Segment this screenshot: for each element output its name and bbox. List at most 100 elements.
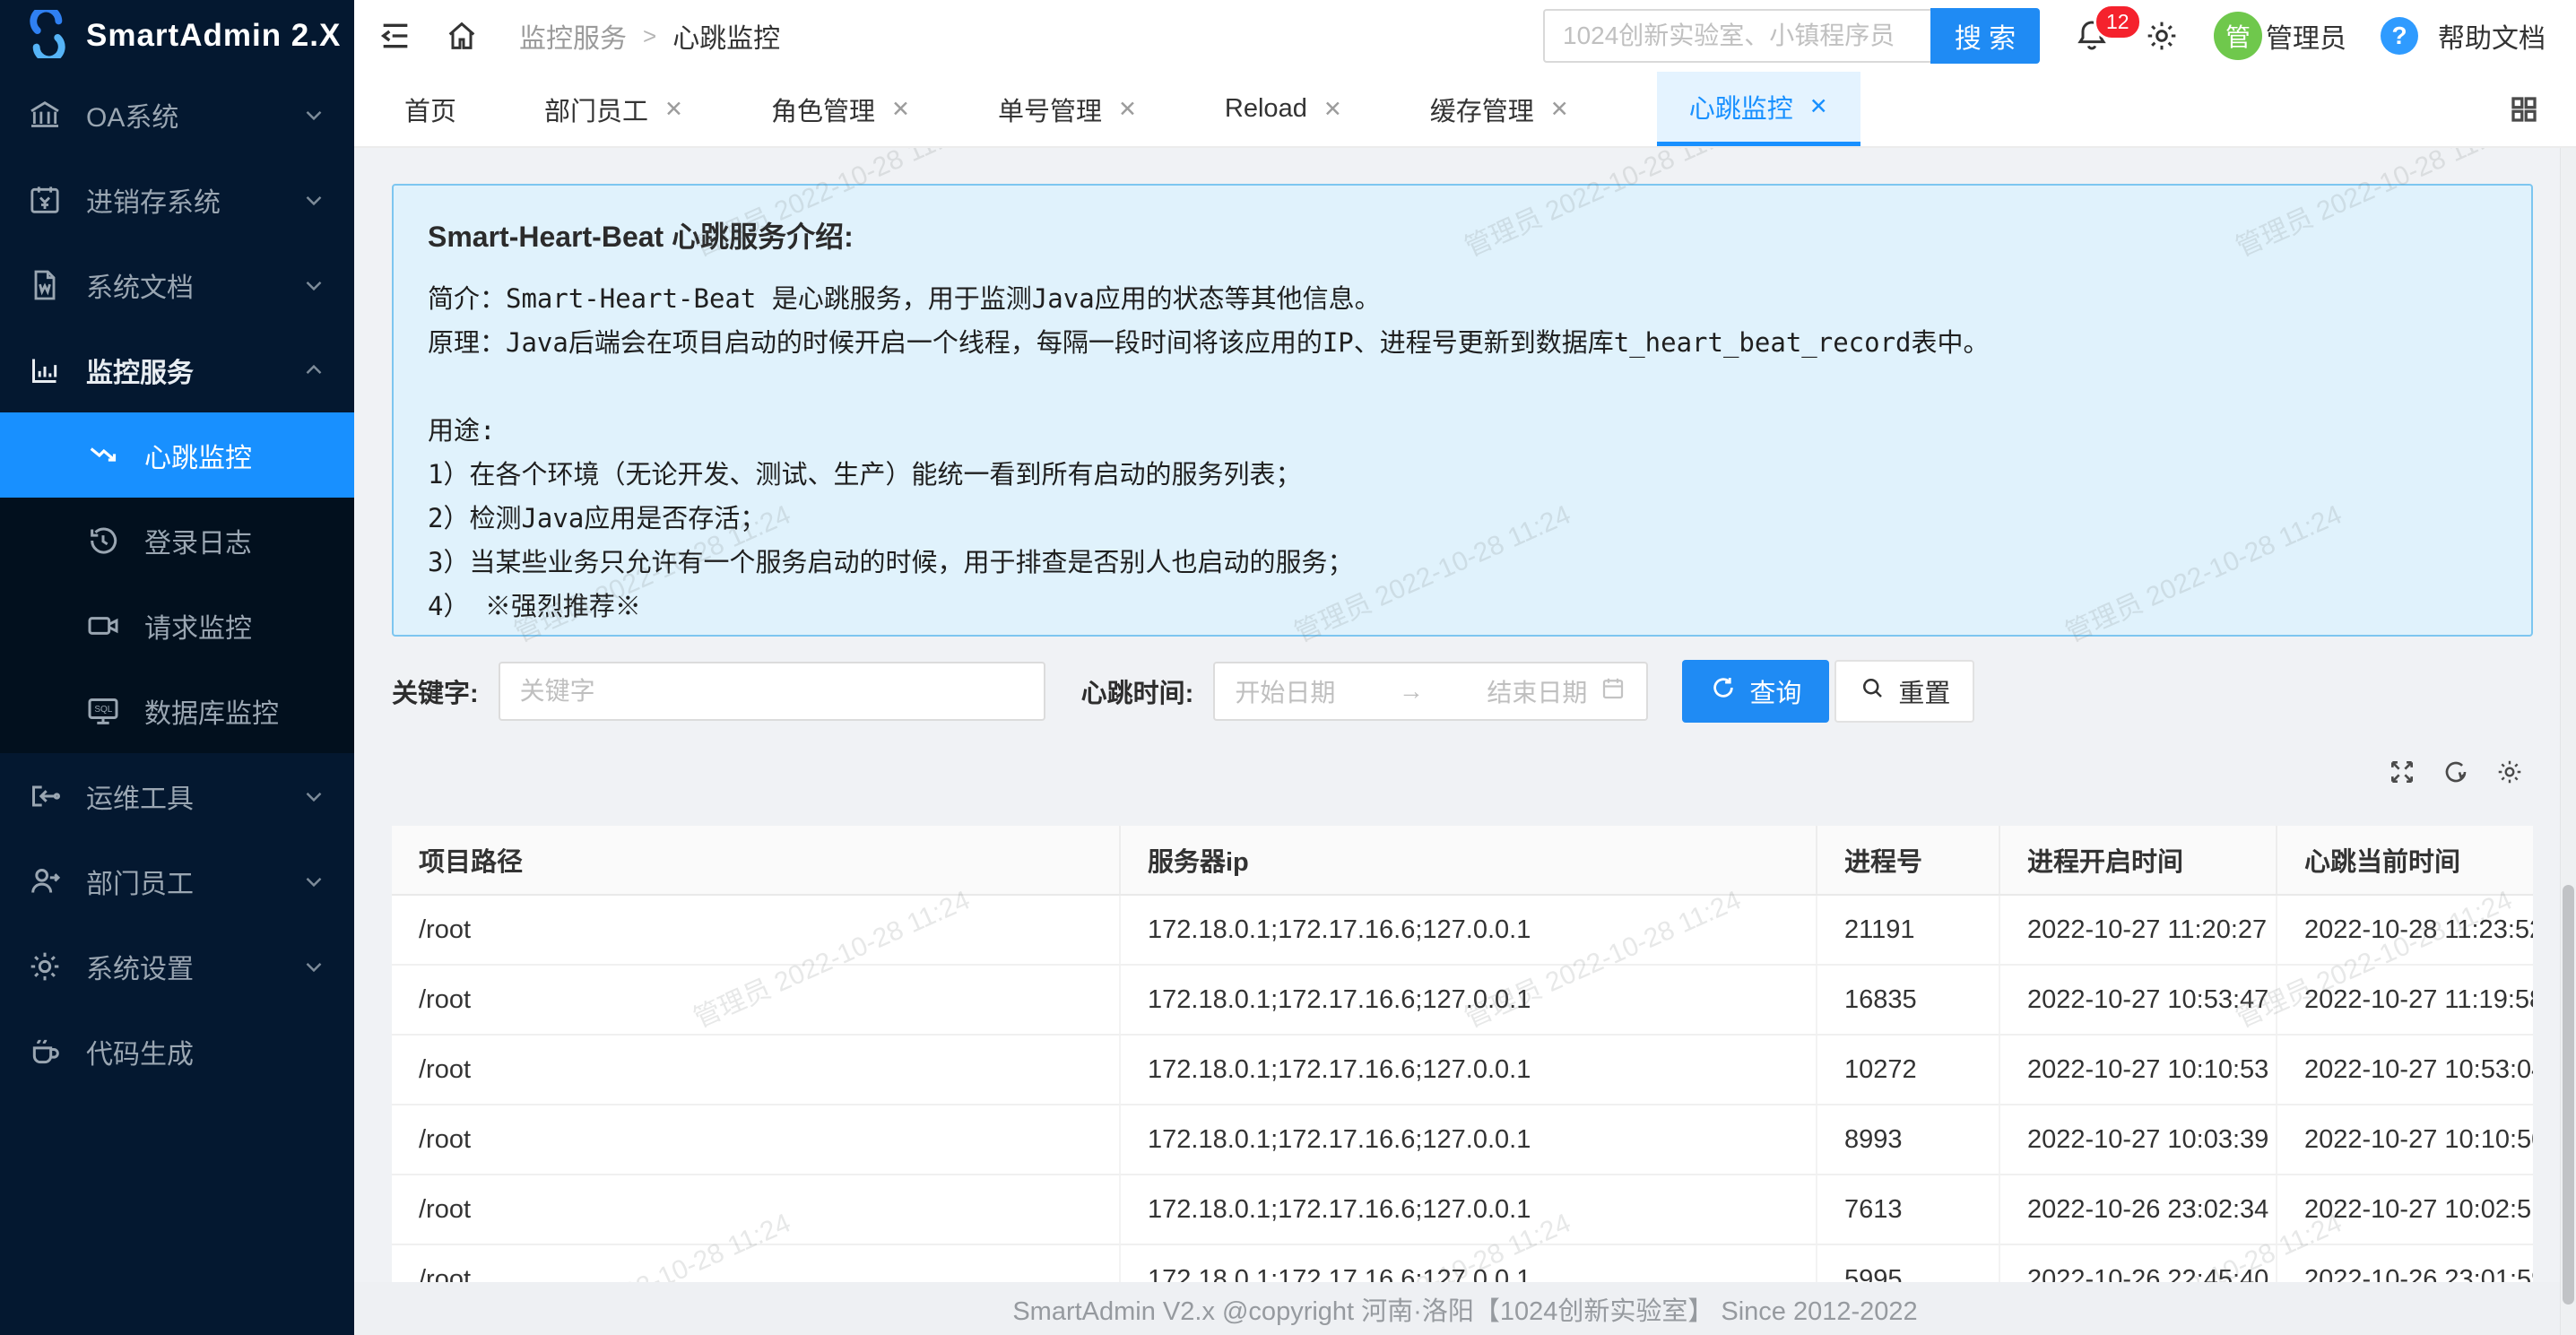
scrollbar-thumb[interactable]	[2563, 885, 2574, 1305]
cell-pid: 21191	[1817, 895, 1999, 965]
alert-line: 1）在各个环境（无论开发、测试、生产）能统一看到所有启动的服务列表；	[428, 453, 2497, 497]
sidebar-item-heartbeat-monitor[interactable]: 心跳监控	[0, 412, 354, 498]
menu-fold-icon[interactable]	[377, 18, 413, 54]
refresh-icon[interactable]	[2442, 758, 2470, 786]
coffee-icon	[27, 1034, 63, 1070]
tab-reload[interactable]: Reload ✕	[1225, 72, 1342, 146]
sidebar-item-monitor-service[interactable]: 监控服务	[0, 327, 354, 412]
tab-role-manage[interactable]: 角色管理 ✕	[771, 72, 910, 146]
cell-project-path: /root	[392, 1175, 1120, 1244]
table-row[interactable]: /root 172.18.0.1;172.17.16.6;127.0.0.1 1…	[392, 965, 2533, 1035]
search-button[interactable]: 搜 索	[1930, 8, 2040, 64]
gear-icon[interactable]	[2144, 18, 2180, 54]
sidebar-submenu-monitor: 心跳监控 登录日志 请求监控 SQL	[0, 412, 354, 753]
sidebar-item-system-docs[interactable]: 系统文档	[0, 242, 354, 327]
tab-cache-manage[interactable]: 缓存管理 ✕	[1430, 72, 1569, 146]
chevron-down-icon	[300, 186, 327, 213]
vertical-scrollbar[interactable]	[2560, 148, 2576, 1335]
tab-heartbeat-monitor[interactable]: 心跳监控 ✕	[1657, 72, 1860, 146]
table-row[interactable]: /root 172.18.0.1;172.17.16.6;127.0.0.1 7…	[392, 1175, 2533, 1244]
close-icon[interactable]: ✕	[1118, 96, 1137, 123]
tab-serial-manage[interactable]: 单号管理 ✕	[998, 72, 1137, 146]
tab-label: 缓存管理	[1430, 91, 1534, 128]
keyword-input[interactable]	[499, 662, 1045, 721]
sidebar-item-label: 部门员工	[86, 862, 300, 901]
fullscreen-icon[interactable]	[2388, 758, 2416, 786]
table-row[interactable]: /root 172.18.0.1;172.17.16.6;127.0.0.1 5…	[392, 1244, 2533, 1282]
reset-button[interactable]: 重置	[1834, 660, 1974, 723]
gear-icon[interactable]	[2495, 758, 2524, 786]
tab-home[interactable]: 首页	[404, 72, 456, 146]
cell-pid: 7613	[1817, 1175, 1999, 1244]
query-button[interactable]: 查询	[1682, 660, 1829, 723]
col-header-project-path: 项目路径	[392, 826, 1120, 895]
cell-heartbeat-time: 2022-10-27 10:02:51	[2277, 1175, 2533, 1244]
chevron-down-icon	[300, 101, 327, 128]
calendar-yen-icon	[27, 182, 63, 218]
close-icon[interactable]: ✕	[1550, 96, 1569, 123]
breadcrumb-section[interactable]: 监控服务	[519, 16, 627, 56]
table-row[interactable]: /root 172.18.0.1;172.17.16.6;127.0.0.1 8…	[392, 1105, 2533, 1175]
date-range-picker[interactable]: 开始日期 → 结束日期	[1213, 662, 1648, 721]
close-icon[interactable]: ✕	[1809, 93, 1828, 120]
sidebar-item-label: 心跳监控	[144, 436, 327, 475]
chevron-down-icon	[300, 272, 327, 299]
sidebar-item-label: OA系统	[86, 95, 300, 134]
help-docs-link[interactable]: ? 帮助文档	[2381, 16, 2546, 56]
cell-process-start-time: 2022-10-27 10:53:47	[1999, 965, 2277, 1035]
reset-button-label: 重置	[1898, 672, 1950, 710]
heartbeat-time-label: 心跳时间:	[1081, 672, 1194, 710]
table-toolbar	[2388, 758, 2524, 786]
app-title: SmartAdmin 2.X	[86, 18, 341, 54]
bell-icon	[2074, 42, 2110, 57]
app-logo[interactable]: SmartAdmin 2.X	[0, 0, 354, 72]
cell-server-ip: 172.18.0.1;172.17.16.6;127.0.0.1	[1120, 1244, 1817, 1282]
bank-icon	[27, 97, 63, 133]
alert-title: Smart-Heart-Beat 心跳服务介绍:	[428, 214, 2497, 256]
refresh-icon	[1710, 674, 1737, 708]
chevron-down-icon	[300, 953, 327, 980]
cell-project-path: /root	[392, 895, 1120, 965]
cell-process-start-time: 2022-10-27 10:10:53	[1999, 1035, 2277, 1105]
tab-label: 单号管理	[998, 91, 1102, 128]
heartbeat-intro-alert: Smart-Heart-Beat 心跳服务介绍: 简介：Smart-Heart-…	[392, 184, 2533, 637]
tab-label: 首页	[404, 91, 456, 128]
close-icon[interactable]: ✕	[664, 96, 683, 123]
gear-icon	[27, 949, 63, 984]
sidebar-item-code-generate[interactable]: 代码生成	[0, 1009, 354, 1094]
cell-project-path: /root	[392, 965, 1120, 1035]
search-input[interactable]	[1543, 9, 1930, 63]
user-switch-icon	[27, 863, 63, 899]
footer: SmartAdmin V2.x @copyright 河南·洛阳【1024创新实…	[354, 1282, 2576, 1335]
cell-server-ip: 172.18.0.1;172.17.16.6;127.0.0.1	[1120, 965, 1817, 1035]
notification-bell[interactable]: 12	[2074, 18, 2110, 54]
topbar-right: 搜 索 12 管 管理员 ? 帮助文档	[1543, 8, 2546, 64]
cell-project-path: /root	[392, 1244, 1120, 1282]
ops-tool-icon	[27, 778, 63, 814]
app-root: SmartAdmin 2.X OA系统 进销存系统	[0, 0, 2576, 1335]
sidebar-item-login-log[interactable]: 登录日志	[0, 498, 354, 583]
sidebar-item-inventory-system[interactable]: 进销存系统	[0, 157, 354, 242]
calendar-icon	[1600, 675, 1626, 708]
sidebar-item-system-settings[interactable]: 系统设置	[0, 923, 354, 1009]
sidebar-item-ops-tools[interactable]: 运维工具	[0, 753, 354, 838]
home-icon[interactable]	[444, 18, 480, 54]
close-icon[interactable]: ✕	[891, 96, 910, 123]
tab-department-staff[interactable]: 部门员工 ✕	[544, 72, 683, 146]
user-name: 管理员	[2266, 16, 2346, 56]
table-row[interactable]: /root 172.18.0.1;172.17.16.6;127.0.0.1 2…	[392, 895, 2533, 965]
sidebar-item-oa-system[interactable]: OA系统	[0, 72, 354, 157]
user-menu[interactable]: 管 管理员	[2214, 12, 2346, 60]
end-date-placeholder: 结束日期	[1487, 673, 1587, 709]
alert-line	[428, 365, 2497, 409]
sidebar-item-department-staff[interactable]: 部门员工	[0, 838, 354, 923]
cell-heartbeat-time: 2022-10-27 10:10:50	[2277, 1105, 2533, 1175]
tab-label: 心跳监控	[1689, 88, 1793, 126]
table-row[interactable]: /root 172.18.0.1;172.17.16.6;127.0.0.1 1…	[392, 1035, 2533, 1105]
grid-icon[interactable]	[2508, 72, 2540, 146]
sidebar-item-database-monitor[interactable]: SQL 数据库监控	[0, 668, 354, 753]
cell-server-ip: 172.18.0.1;172.17.16.6;127.0.0.1	[1120, 895, 1817, 965]
main-area: 监控服务 > 心跳监控 搜 索 12	[354, 0, 2576, 1335]
sidebar-item-request-monitor[interactable]: 请求监控	[0, 583, 354, 668]
close-icon[interactable]: ✕	[1323, 96, 1342, 123]
